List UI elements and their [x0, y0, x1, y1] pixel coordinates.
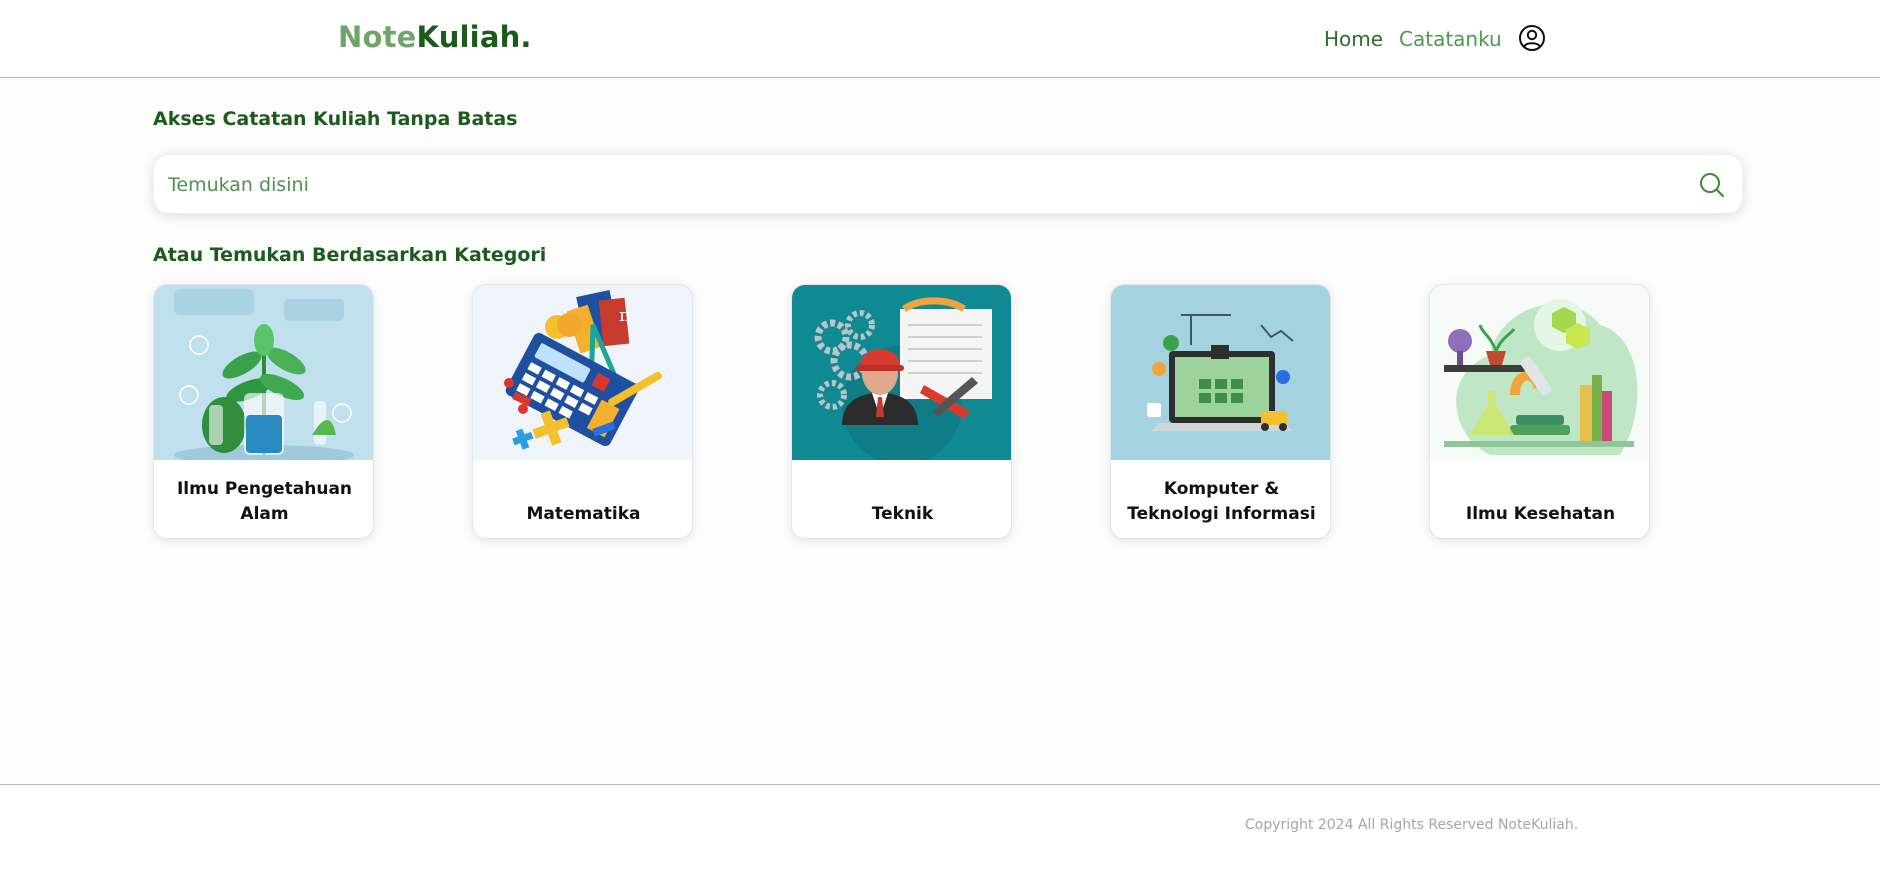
footer: Copyright 2024 All Rights Reserved NoteK…: [0, 784, 1880, 872]
category-card-ipa[interactable]: Ilmu Pengetahuan Alam: [153, 284, 374, 539]
categories-title: Atau Temukan Berdasarkan Kategori: [153, 244, 547, 266]
brand-logo[interactable]: NoteKuliah.: [338, 20, 532, 54]
microscope-health-illustration-icon: [1430, 285, 1649, 460]
category-card-komputer[interactable]: Komputer & Teknologi Informasi: [1110, 284, 1331, 539]
category-card-label: Komputer & Teknologi Informasi: [1127, 479, 1316, 524]
hero-title: Akses Catatan Kuliah Tanpa Batas: [153, 108, 518, 130]
nav-link-home[interactable]: Home: [1324, 27, 1383, 51]
plant-lab-illustration-icon: [154, 285, 373, 460]
category-list: Ilmu Pengetahuan Alam π Matematika Tekni…: [153, 284, 1653, 540]
navbar: NoteKuliah. Home Catatanku: [0, 0, 1880, 78]
search-input[interactable]: [168, 165, 1668, 205]
brand-logo-note: Note: [338, 20, 417, 54]
laptop-tech-illustration-icon: [1111, 285, 1330, 460]
category-card-label: Matematika: [526, 504, 641, 524]
search-icon[interactable]: [1698, 171, 1726, 199]
engineer-gears-illustration-icon: [792, 285, 1011, 460]
calculator-books-illustration-icon: π: [473, 285, 692, 460]
user-circle-icon[interactable]: [1518, 24, 1546, 52]
category-card-label: Ilmu Kesehatan: [1465, 504, 1616, 524]
nav-link-catatanku[interactable]: Catatanku: [1399, 27, 1502, 51]
brand-logo-kuliah: Kuliah.: [416, 20, 532, 54]
category-card-teknik[interactable]: Teknik: [791, 284, 1012, 539]
svg-text:π: π: [619, 305, 631, 326]
category-card-label: Teknik: [871, 504, 934, 524]
search-box: [153, 154, 1743, 214]
category-card-kesehatan[interactable]: Ilmu Kesehatan: [1429, 284, 1650, 539]
category-card-matematika[interactable]: π Matematika: [472, 284, 693, 539]
copyright-text: Copyright 2024 All Rights Reserved NoteK…: [1245, 817, 1579, 833]
category-card-label: Ilmu Pengetahuan Alam: [176, 479, 353, 524]
